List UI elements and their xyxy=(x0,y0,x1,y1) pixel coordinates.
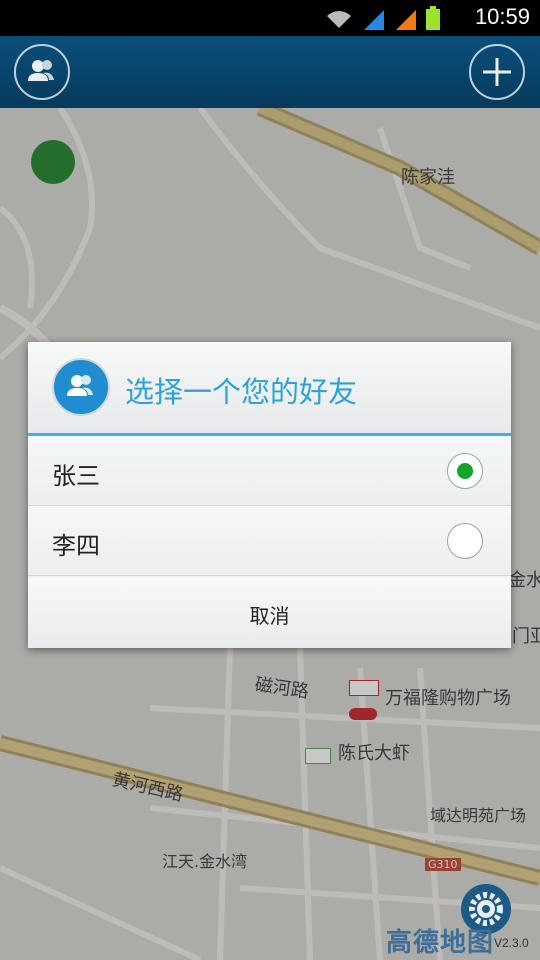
friends-icon xyxy=(28,60,54,81)
amap-logo: 高德地图 xyxy=(386,928,495,958)
wifi-icon xyxy=(327,11,351,28)
status-icons xyxy=(324,6,440,30)
add-button[interactable] xyxy=(469,44,525,100)
friend-option[interactable]: 李四 xyxy=(28,506,511,576)
friend-option-label: 李四 xyxy=(52,532,100,560)
cancel-label: 取消 xyxy=(249,604,290,628)
friend-option-label: 张三 xyxy=(52,462,100,490)
signal-icon xyxy=(364,10,384,30)
dialog-header: 选择一个您的好友 xyxy=(28,342,511,436)
status-bar: 10:59 xyxy=(0,0,540,36)
friends-avatar xyxy=(52,358,110,416)
version-label: V2.3.0 xyxy=(494,936,529,950)
friends-icon xyxy=(67,375,93,396)
radio-selected[interactable] xyxy=(447,453,483,489)
friend-option[interactable]: 张三 xyxy=(28,436,511,506)
cancel-button[interactable]: 取消 xyxy=(28,578,511,648)
plus-icon xyxy=(483,58,511,86)
top-bar xyxy=(0,36,540,108)
radio-unselected[interactable] xyxy=(447,523,483,559)
signal-2-icon xyxy=(396,10,416,30)
friends-button[interactable] xyxy=(14,44,70,100)
radio-dot xyxy=(457,463,473,479)
battery-icon xyxy=(426,6,440,30)
select-friend-dialog: 选择一个您的好友 张三 李四 取消 xyxy=(28,342,511,648)
clock: 10:59 xyxy=(474,4,530,29)
dialog-title: 选择一个您的好友 xyxy=(125,375,358,409)
